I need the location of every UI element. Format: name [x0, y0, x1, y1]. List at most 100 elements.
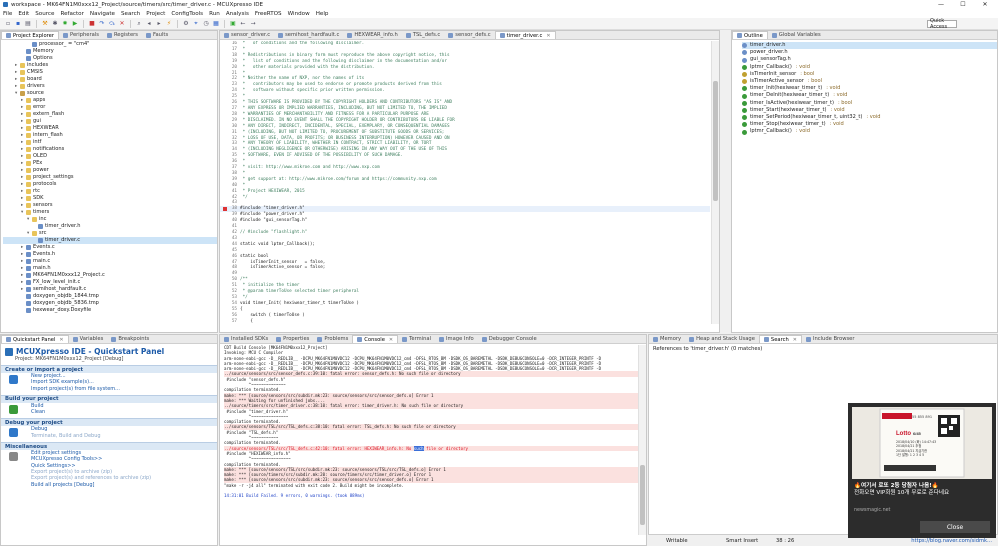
tree-item[interactable]: ▾ src: [3, 230, 217, 237]
tree-item[interactable]: ▸ intf: [3, 139, 217, 146]
menu-window[interactable]: Window: [288, 11, 310, 17]
debug-icon[interactable]: ✸: [61, 20, 69, 28]
print-icon[interactable]: ▤: [24, 20, 32, 28]
status-link[interactable]: https://blog.naver.com/sidmk...: [911, 538, 992, 544]
console-output[interactable]: CDT Build Console [MK64FN1M0xxx12_Projec…: [220, 345, 640, 535]
tree-item[interactable]: ▸ extern_flash: [3, 111, 217, 118]
quickstart-section-header[interactable]: Create or import a project: [1, 365, 217, 373]
search-tab-3[interactable]: Include Browser: [802, 335, 859, 343]
tree-item[interactable]: ▸ error: [3, 104, 217, 111]
editor-scroll-thumb[interactable]: [713, 81, 718, 201]
tree-item[interactable]: ▸ Events.c: [3, 244, 217, 251]
next-icon[interactable]: ▸: [155, 20, 163, 28]
explorer-tab-3[interactable]: Faults: [142, 31, 172, 39]
menu-configtools[interactable]: ConfigTools: [171, 11, 203, 17]
tree-item[interactable]: doxygen_objdb_5836.tmp: [3, 300, 217, 307]
menu-source[interactable]: Source: [35, 11, 54, 17]
popup-close-button[interactable]: Close: [920, 521, 990, 533]
search-tab-close-icon[interactable]: ✕: [793, 337, 797, 343]
tree-item[interactable]: processor_ = "cm4": [3, 41, 217, 48]
outline-item[interactable]: gui_sensorTag.h: [742, 56, 997, 63]
tree-item[interactable]: ▸ OLED: [3, 153, 217, 160]
new-icon[interactable]: ▫: [4, 20, 12, 28]
outline-item[interactable]: timer_IsActive(hexiwear_timer_t): bool: [742, 100, 997, 107]
console-tab-1[interactable]: Properties: [272, 335, 313, 343]
quickstart-tab-2[interactable]: Breakpoints: [107, 335, 153, 343]
console-scroll-thumb[interactable]: [640, 465, 645, 525]
outline-item[interactable]: timer_Start(hexiwear_timer_t): void: [742, 107, 997, 114]
tree-item[interactable]: ▸ sensors: [3, 202, 217, 209]
tree-item[interactable]: ▸ SDK: [3, 195, 217, 202]
tree-item[interactable]: ▸ FX_low_level_init.c: [3, 279, 217, 286]
tree-item[interactable]: doxygen_objdb_1844.tmp: [3, 293, 217, 300]
tree-item[interactable]: ▸ power: [3, 167, 217, 174]
console-tab-3[interactable]: Console ✕: [352, 335, 399, 343]
forward-icon[interactable]: →: [249, 20, 257, 28]
menu-refactor[interactable]: Refactor: [60, 11, 83, 17]
tree-item[interactable]: ▸ project_settings: [3, 174, 217, 181]
tree-item[interactable]: ▸ MK64FN1M0xxx12_Project.c: [3, 272, 217, 279]
quickstart-link[interactable]: Build all projects [Debug]: [1, 482, 217, 488]
menu-help[interactable]: Help: [316, 11, 329, 17]
quickstart-link[interactable]: Clean: [1, 409, 217, 415]
explorer-tab-2[interactable]: Registers: [103, 31, 142, 39]
outline-item[interactable]: timer_SetPeriod(hexiwear_timer_t, uint32…: [742, 114, 997, 121]
outline-item[interactable]: lptmr_Callback(): void: [742, 64, 997, 71]
terminate-icon[interactable]: ✕: [118, 20, 126, 28]
quickstart-link[interactable]: Import project(s) from file system...: [1, 386, 217, 392]
explorer-tab-1[interactable]: Peripherals: [59, 31, 103, 39]
outline-item[interactable]: isTimerInit_sensor: bool: [742, 71, 997, 78]
menu-analysis[interactable]: Analysis: [226, 11, 249, 17]
console-tab-5[interactable]: Image Info: [435, 335, 478, 343]
tree-item[interactable]: ▸ board: [3, 76, 217, 83]
peripheral-icon[interactable]: ▦: [212, 20, 220, 28]
clock-icon[interactable]: ◷: [202, 20, 210, 28]
editor-scrollbar[interactable]: [711, 41, 719, 324]
close-window-button[interactable]: ✕: [974, 0, 996, 9]
clean-icon[interactable]: ✱: [51, 20, 59, 28]
tree-item[interactable]: ▸ semihost_hardfault.c: [3, 286, 217, 293]
search-tab-0[interactable]: Memory: [649, 335, 685, 343]
outline-item[interactable]: timer_Init(hexiwear_timer_t): void: [742, 85, 997, 92]
tree-item[interactable]: hexwear_doxy.Doxyfile: [3, 307, 217, 314]
tree-item[interactable]: ▸ rtc: [3, 188, 217, 195]
prev-icon[interactable]: ◂: [145, 20, 153, 28]
quickstart-section-header[interactable]: Miscellaneous: [1, 442, 217, 451]
tree-item[interactable]: ▸ PEx: [3, 160, 217, 167]
tree-item[interactable]: ▸ protocols: [3, 181, 217, 188]
config-icon[interactable]: ⚙: [182, 20, 190, 28]
menu-navigate[interactable]: Navigate: [90, 11, 115, 17]
breakpoint-marker-icon[interactable]: [223, 207, 227, 212]
editor-tab-2[interactable]: HEXWEAR_info.h: [343, 31, 401, 39]
console-tab-0[interactable]: Installed SDKs: [220, 335, 272, 343]
editor-tab-4[interactable]: sensor_defs.c: [444, 31, 494, 39]
console-tab-4[interactable]: Terminal: [398, 335, 435, 343]
menu-freertos[interactable]: FreeRTOS: [255, 11, 282, 17]
tree-item[interactable]: Memory: [3, 48, 217, 55]
flash-icon[interactable]: ⚡: [165, 20, 173, 28]
back-icon[interactable]: ←: [239, 20, 247, 28]
menu-edit[interactable]: Edit: [18, 11, 29, 17]
menu-project[interactable]: Project: [146, 11, 165, 17]
editor-tab-3[interactable]: TSL_defs.c: [402, 31, 444, 39]
menu-file[interactable]: File: [3, 11, 12, 17]
tree-item[interactable]: ▸ main.c: [3, 258, 217, 265]
minimize-button[interactable]: —: [930, 0, 952, 9]
console-tab-close-icon[interactable]: ✕: [389, 337, 393, 343]
editor-tab-5[interactable]: timer_driver.c ✕: [494, 31, 556, 39]
console-tab-2[interactable]: Problems: [313, 335, 352, 343]
run-icon[interactable]: ▶: [71, 20, 79, 28]
tree-item[interactable]: ▸ apps: [3, 97, 217, 104]
search-icon[interactable]: ⌕: [135, 20, 143, 28]
outline-item[interactable]: lptmr_Callback(): void: [742, 128, 997, 135]
step-over-icon[interactable]: ⤼: [108, 20, 116, 28]
outline-item[interactable]: isTimerActive_sensor: bool: [742, 78, 997, 85]
quickstart-tab-1[interactable]: Variables: [69, 335, 108, 343]
tree-item[interactable]: ▸ includes: [3, 62, 217, 69]
tree-item[interactable]: ▸ CMSIS: [3, 69, 217, 76]
outline-item[interactable]: timer_DeInit(hexiwear_timer_t): void: [742, 92, 997, 99]
tree-item[interactable]: timer_driver.h: [3, 223, 217, 230]
outline-item[interactable]: timer_Stop(hexiwear_timer_t): void: [742, 121, 997, 128]
tree-item[interactable]: ▸ main.h: [3, 265, 217, 272]
outline-item[interactable]: power_driver.h: [742, 49, 997, 56]
